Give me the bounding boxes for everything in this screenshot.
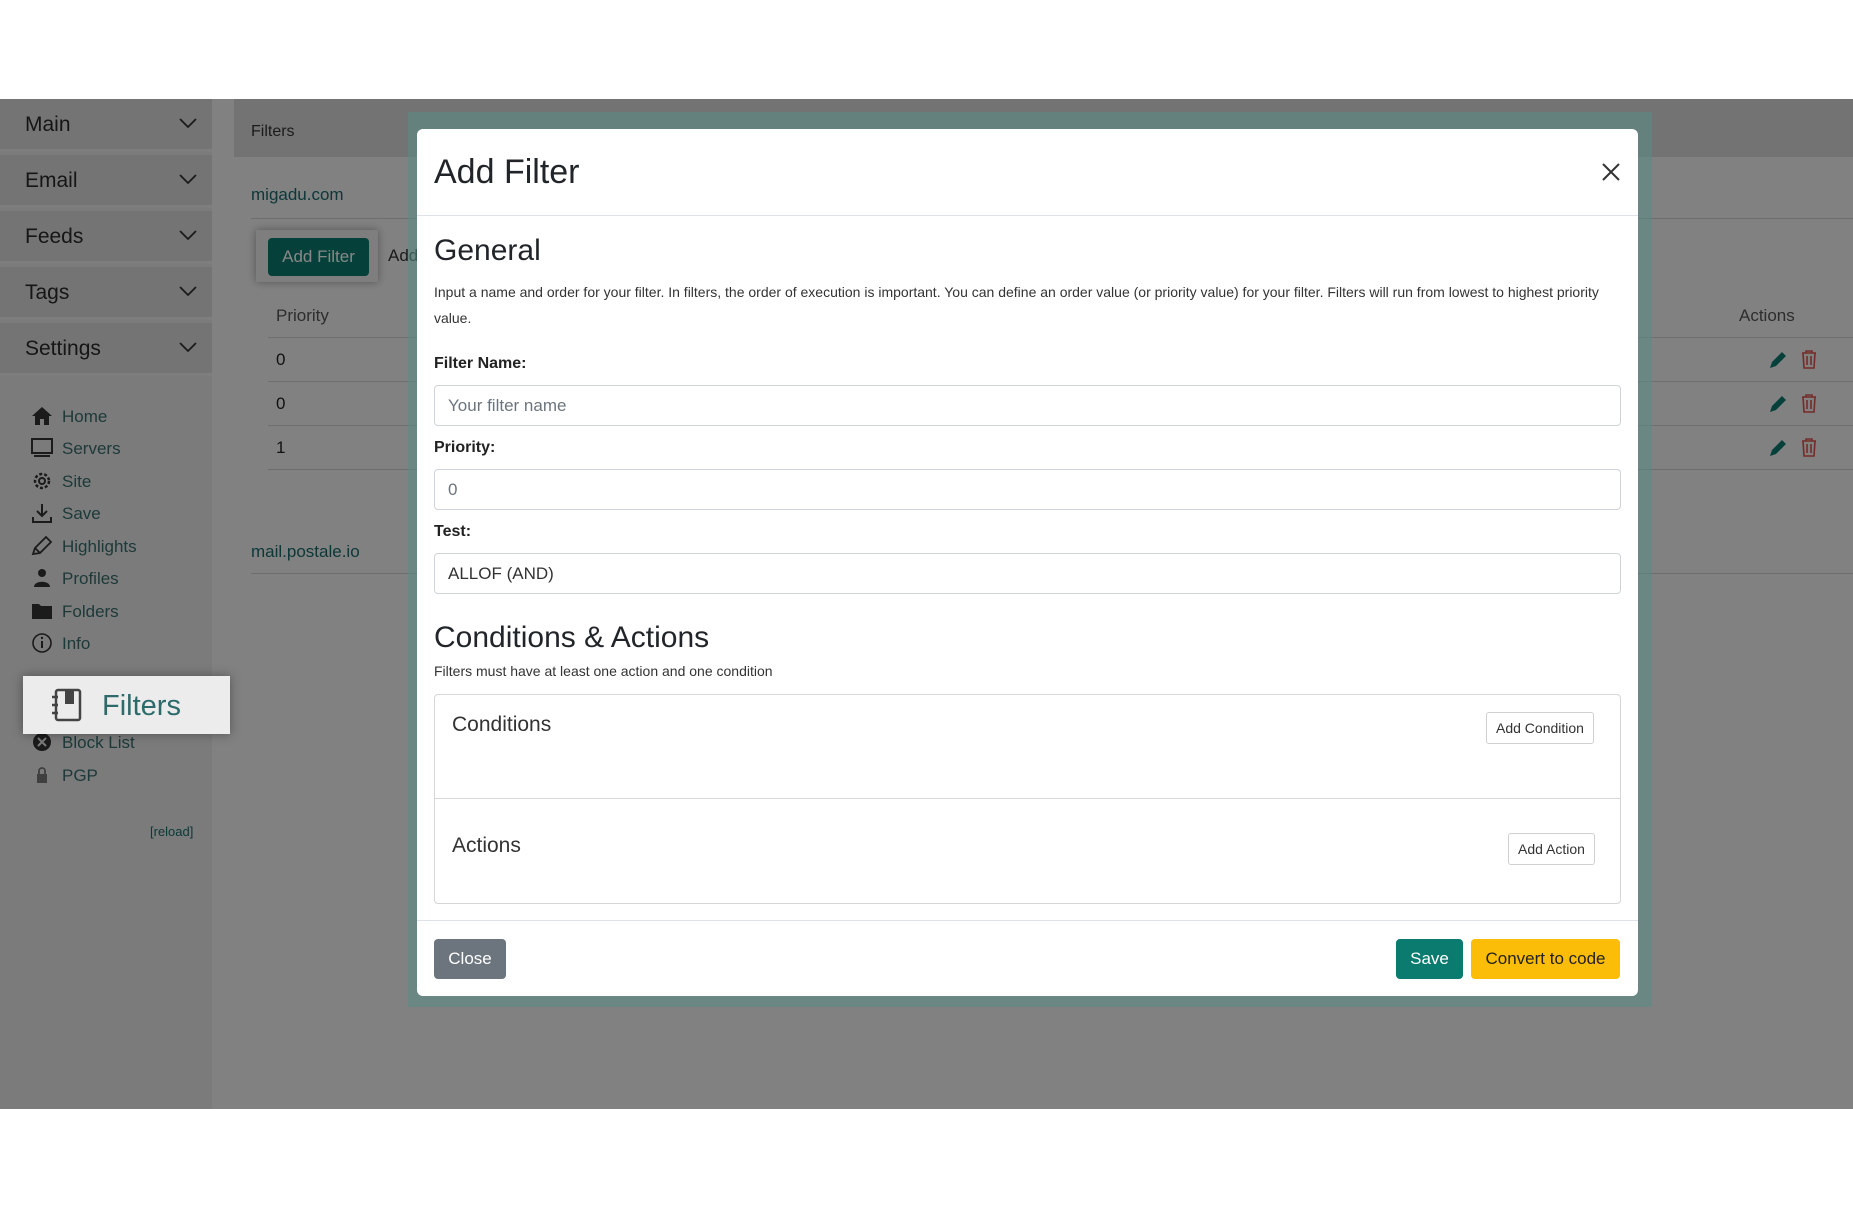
- modal-header: Add Filter: [417, 129, 1638, 216]
- app-window: Main Email Feeds Tags Settings Home Serv…: [0, 99, 1853, 1109]
- test-select[interactable]: ALLOF (AND): [434, 553, 1621, 594]
- close-button[interactable]: Close: [434, 939, 506, 979]
- convert-to-code-button[interactable]: Convert to code: [1471, 939, 1620, 979]
- save-button[interactable]: Save: [1396, 939, 1463, 979]
- sidebar-item-filters[interactable]: Filters: [23, 676, 230, 734]
- test-label: Test:: [434, 523, 472, 540]
- priority-label: Priority:: [434, 439, 496, 456]
- priority-input[interactable]: [434, 469, 1621, 510]
- modal-footer: Close Save Convert to code: [417, 920, 1638, 996]
- journal-icon: [52, 688, 82, 722]
- conditions-actions-box: Conditions Add Condition Actions Add Act…: [434, 694, 1621, 904]
- general-description: Input a name and order for your filter. …: [434, 284, 1599, 326]
- actions-section: Actions Add Action: [435, 800, 1620, 903]
- conditions-title: Conditions: [452, 713, 552, 736]
- modal-title: Add Filter: [434, 153, 580, 191]
- add-filter-modal: Add Filter General Input a name and orde…: [417, 129, 1638, 996]
- sidebar-item-label: Filters: [102, 690, 181, 722]
- add-action-button[interactable]: Add Action: [1508, 833, 1595, 865]
- conditions-actions-heading: Conditions & Actions: [434, 621, 710, 654]
- add-condition-button[interactable]: Add Condition: [1486, 712, 1594, 744]
- filter-name-label: Filter Name:: [434, 355, 527, 372]
- close-icon[interactable]: [1598, 159, 1624, 185]
- conditions-section: Conditions Add Condition: [435, 695, 1620, 799]
- actions-title: Actions: [452, 834, 521, 857]
- conditions-actions-description: Filters must have at least one action an…: [434, 663, 773, 679]
- filter-name-input[interactable]: [434, 385, 1621, 426]
- general-heading: General: [434, 234, 541, 267]
